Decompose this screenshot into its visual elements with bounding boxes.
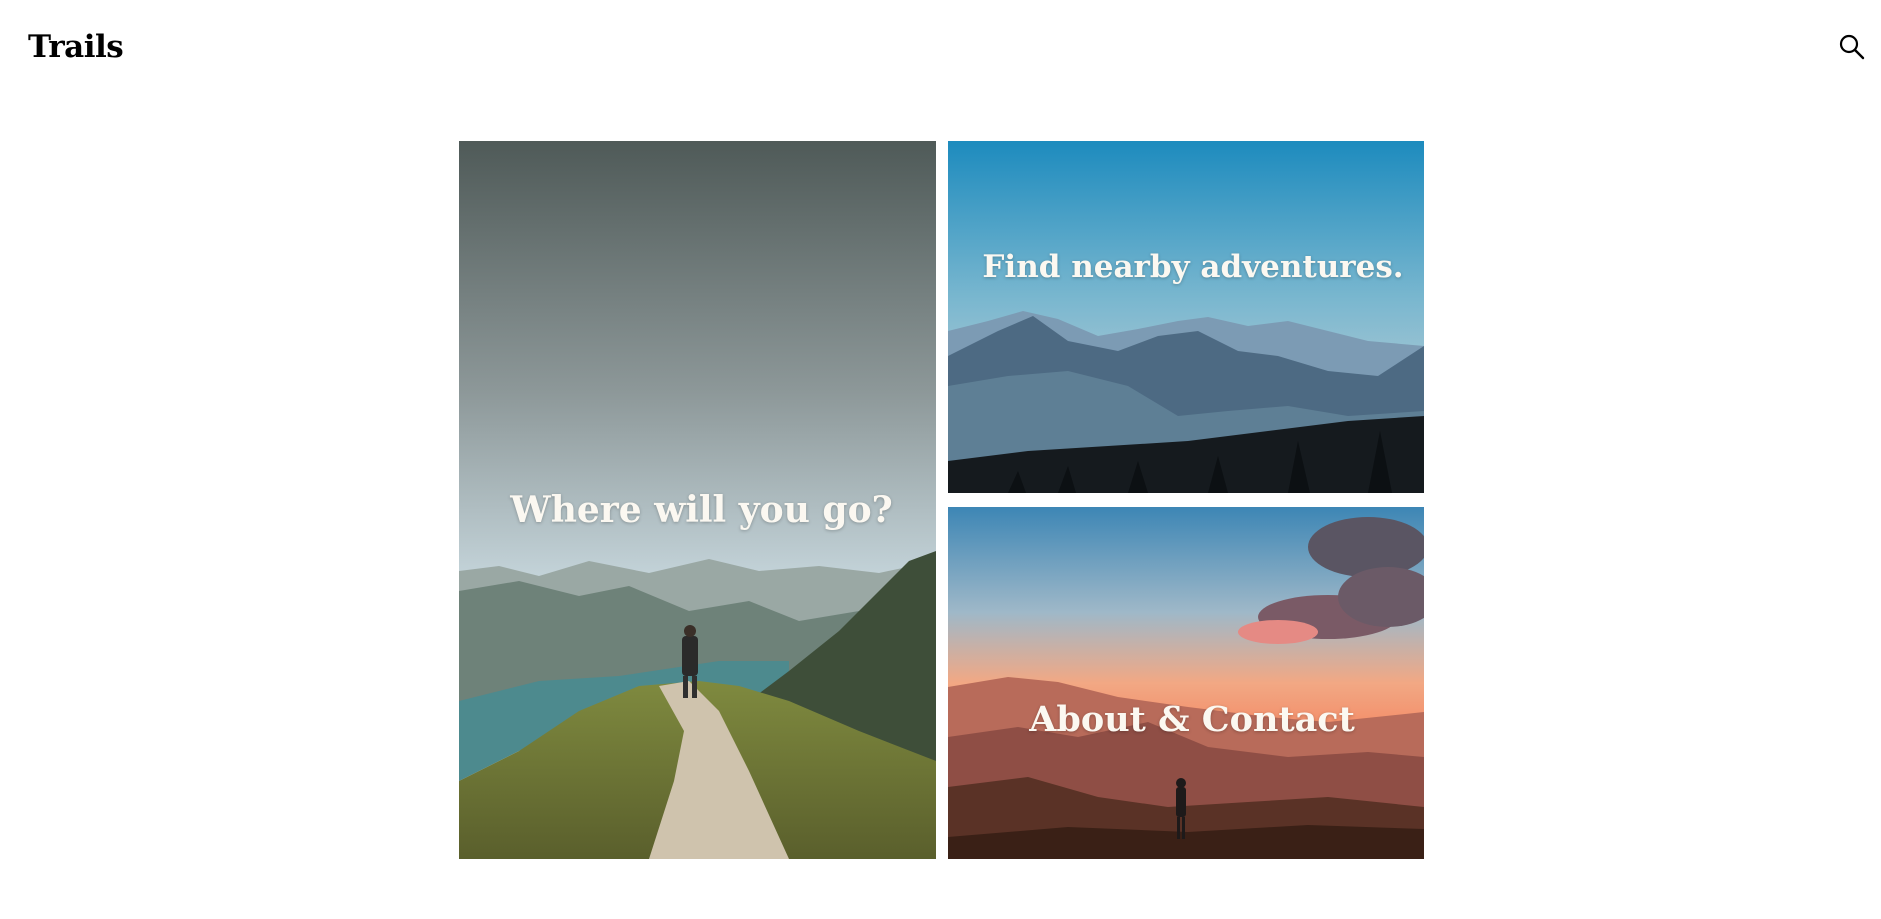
- tile-image-blue-mountains: [948, 141, 1424, 493]
- tile-about-contact[interactable]: About & Contact: [948, 507, 1424, 859]
- tile-find-nearby-adventures[interactable]: Find nearby adventures.: [948, 141, 1424, 493]
- search-button[interactable]: [1838, 33, 1874, 69]
- tile-label-about: About & Contact: [1029, 699, 1355, 740]
- tile-label-where: Where will you go?: [510, 489, 893, 531]
- site-header: Trails: [0, 0, 1881, 100]
- tile-label-find: Find nearby adventures.: [982, 249, 1404, 285]
- tile-image-sunset-hiker: [948, 507, 1424, 859]
- site-logo[interactable]: Trails: [28, 32, 124, 63]
- search-icon: [1839, 34, 1865, 60]
- tile-where-will-you-go[interactable]: Where will you go?: [459, 141, 936, 859]
